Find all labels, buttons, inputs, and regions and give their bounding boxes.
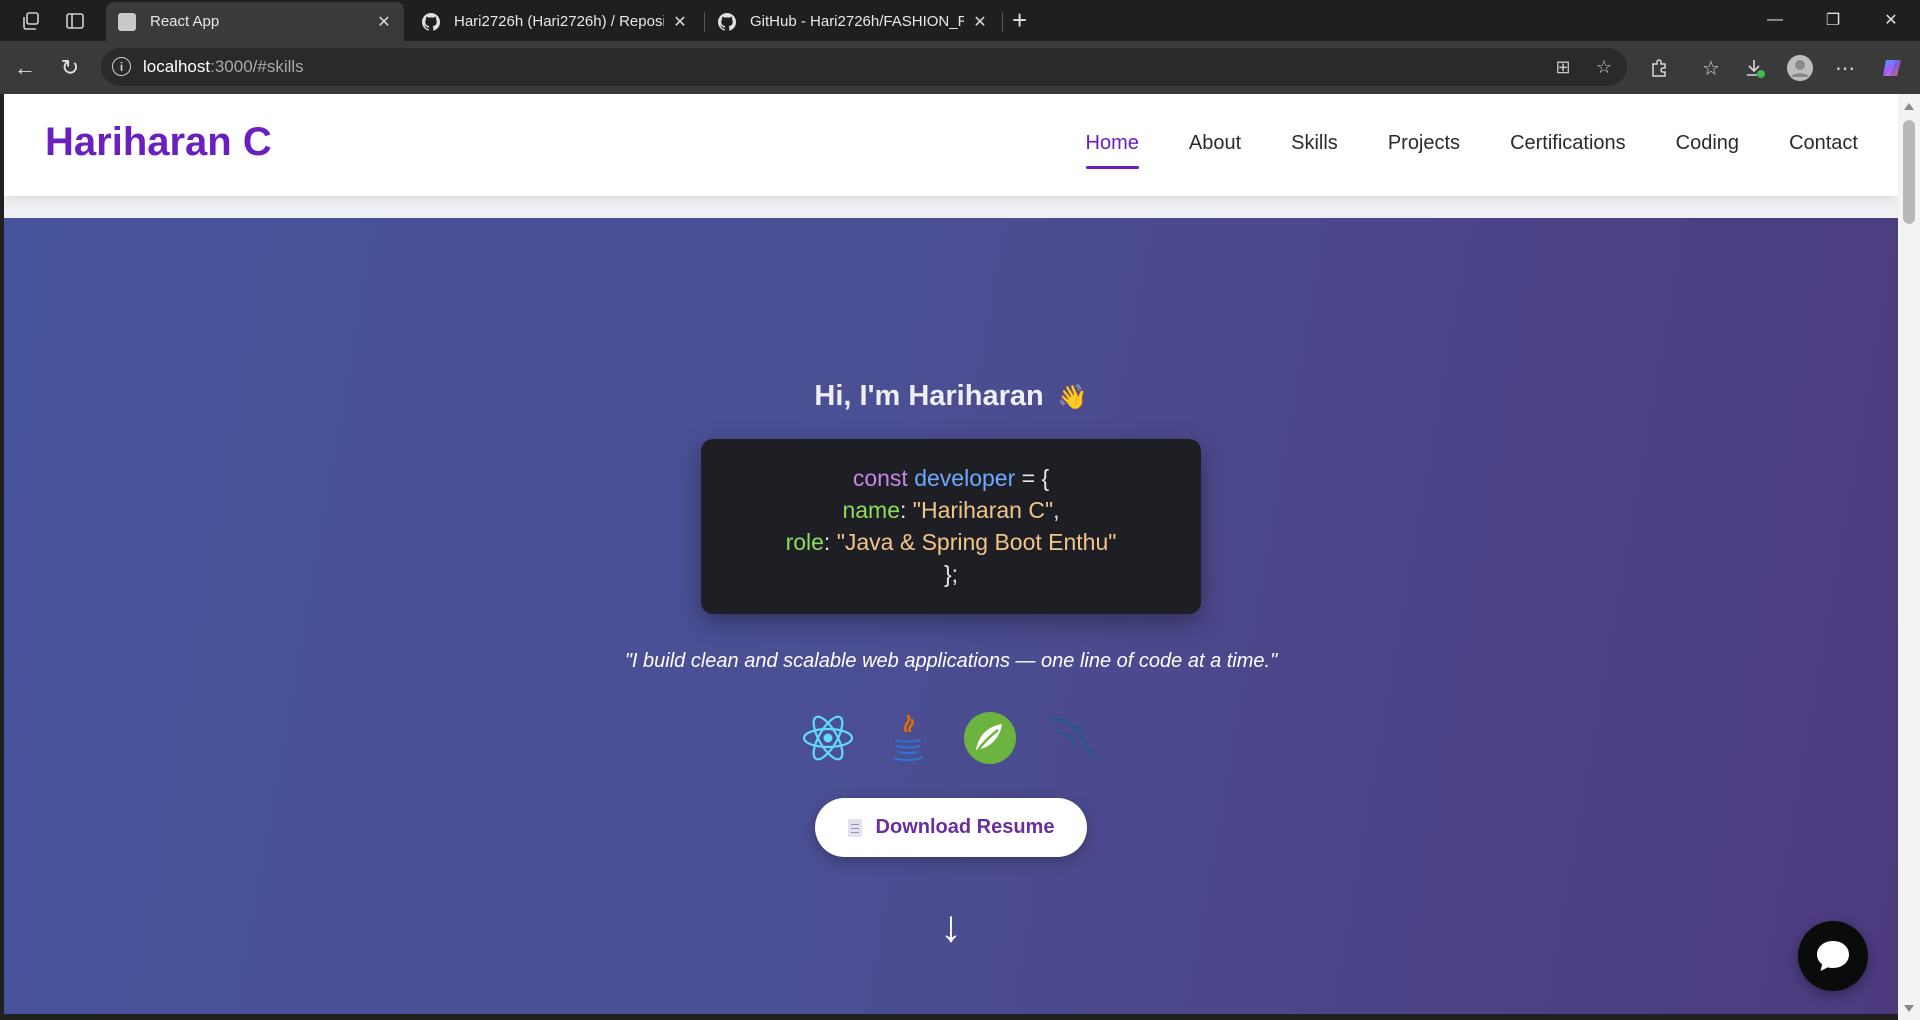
tab-separator xyxy=(1002,12,1003,32)
scroll-down-arrow-icon[interactable]: ↓ xyxy=(4,902,1898,952)
url-path: :3000/#skills xyxy=(210,57,304,76)
greeting-text: Hi, I'm Hariharan xyxy=(814,380,1044,412)
tab-separator xyxy=(704,12,705,32)
document-icon xyxy=(847,818,862,837)
code-equals: = xyxy=(1021,465,1036,491)
code-line-1: const developer = { xyxy=(701,462,1201,494)
close-tab-icon[interactable]: ✕ xyxy=(672,12,688,32)
code-name-value: "Hariharan C" xyxy=(912,497,1054,523)
extensions-icon[interactable] xyxy=(1644,53,1674,83)
code-close: }; xyxy=(943,561,959,587)
nav-home[interactable]: Home xyxy=(1085,132,1140,169)
hero-tagline: "I build clean and scalable web applicat… xyxy=(624,650,1278,672)
page-scrollbar[interactable] xyxy=(1898,94,1920,1020)
tab-title: Hari2726h (Hari2726h) / Reposito xyxy=(454,13,664,30)
code-snippet-card: const developer = { name: "Hariharan C",… xyxy=(701,439,1201,614)
minimize-icon[interactable]: — xyxy=(1746,4,1804,36)
address-bar[interactable]: i localhost:3000/#skills ⊞ ☆ xyxy=(101,48,1627,86)
tab-title: GitHub - Hari2726h/FASHION_RE xyxy=(750,13,964,30)
copilot-icon[interactable] xyxy=(1877,53,1907,83)
scroll-up-icon[interactable] xyxy=(1904,103,1914,110)
close-tab-icon[interactable]: ✕ xyxy=(376,12,392,32)
close-tab-icon[interactable]: ✕ xyxy=(972,12,988,32)
page-favicon-icon xyxy=(118,12,136,31)
nav-certifications[interactable]: Certifications xyxy=(1510,132,1626,169)
tab-react-app[interactable]: React App ✕ xyxy=(106,2,404,41)
github-icon xyxy=(718,12,736,31)
new-tab-icon[interactable]: + xyxy=(1012,6,1027,34)
code-role-value: "Java & Spring Boot Enthu" xyxy=(836,529,1117,555)
tab-title: React App xyxy=(150,13,220,30)
site-header: Hariharan C Home About Skills Projects C… xyxy=(4,94,1898,196)
nav-projects[interactable]: Projects xyxy=(1388,132,1460,169)
back-icon[interactable]: ← xyxy=(10,53,40,83)
nav-about[interactable]: About xyxy=(1189,132,1241,169)
code-line-4: }; xyxy=(701,558,1201,590)
nav-coding[interactable]: Coding xyxy=(1676,132,1739,169)
favorite-star-icon[interactable]: ☆ xyxy=(1592,55,1616,79)
url-host: localhost xyxy=(143,57,211,76)
wave-emoji-icon: 👋 xyxy=(1057,384,1088,411)
hero-section: Hi, I'm Hariharan 👋 const developer = { n… xyxy=(4,218,1898,1014)
java-icon xyxy=(892,714,924,762)
hero-greeting: Hi, I'm Hariharan 👋 xyxy=(4,380,1898,413)
site-info-icon[interactable]: i xyxy=(112,57,131,76)
downloads-icon[interactable] xyxy=(1740,53,1770,83)
profile-avatar[interactable] xyxy=(1785,53,1815,83)
tab-github-repositories[interactable]: Hari2726h (Hari2726h) / Reposito ✕ xyxy=(410,2,700,41)
scrollbar-thumb[interactable] xyxy=(1903,120,1915,224)
chat-button[interactable] xyxy=(1798,921,1868,991)
restore-icon[interactable]: ❐ xyxy=(1804,4,1862,36)
code-keyword: const xyxy=(852,465,908,491)
main-nav: Home About Skills Projects Certification… xyxy=(1085,132,1858,169)
nav-skills[interactable]: Skills xyxy=(1291,132,1338,169)
code-open-brace: { xyxy=(1041,465,1050,491)
spring-icon xyxy=(964,712,1016,764)
scroll-down-icon[interactable] xyxy=(1904,1005,1914,1012)
site-brand[interactable]: Hariharan C xyxy=(45,120,272,165)
nav-contact[interactable]: Contact xyxy=(1789,132,1858,169)
code-variable: developer xyxy=(914,465,1016,491)
close-window-icon[interactable]: ✕ xyxy=(1862,4,1920,36)
favorites-icon[interactable]: ☆ xyxy=(1696,53,1726,83)
browser-toolbar: ← ↻ i localhost:3000/#skills ⊞ ☆ ☆ ⋯ xyxy=(0,41,1920,94)
github-icon xyxy=(422,12,440,31)
refresh-icon[interactable]: ↻ xyxy=(55,53,85,83)
url-text[interactable]: localhost:3000/#skills xyxy=(143,57,304,77)
chat-bubble-icon xyxy=(1817,941,1849,971)
vertical-tabs-icon[interactable] xyxy=(62,8,88,34)
download-resume-button[interactable]: Download Resume xyxy=(815,798,1087,857)
download-resume-label: Download Resume xyxy=(875,816,1055,838)
workspaces-icon[interactable] xyxy=(18,8,44,34)
react-icon xyxy=(802,715,854,761)
page-viewport: Hariharan C Home About Skills Projects C… xyxy=(4,94,1898,1014)
code-role-key: role xyxy=(785,529,824,555)
browser-tab-bar: React App ✕ Hari2726h (Hari2726h) / Repo… xyxy=(0,0,1920,41)
code-name-key: name xyxy=(842,497,901,523)
code-line-3: role: "Java & Spring Boot Enthu" xyxy=(785,529,1117,555)
more-menu-icon[interactable]: ⋯ xyxy=(1830,53,1860,83)
code-line-2: name: "Hariharan C", xyxy=(842,497,1060,523)
app-available-icon[interactable]: ⊞ xyxy=(1551,55,1575,79)
mysql-icon xyxy=(1050,718,1098,760)
tab-github-fashion[interactable]: GitHub - Hari2726h/FASHION_RE ✕ xyxy=(706,2,1000,41)
